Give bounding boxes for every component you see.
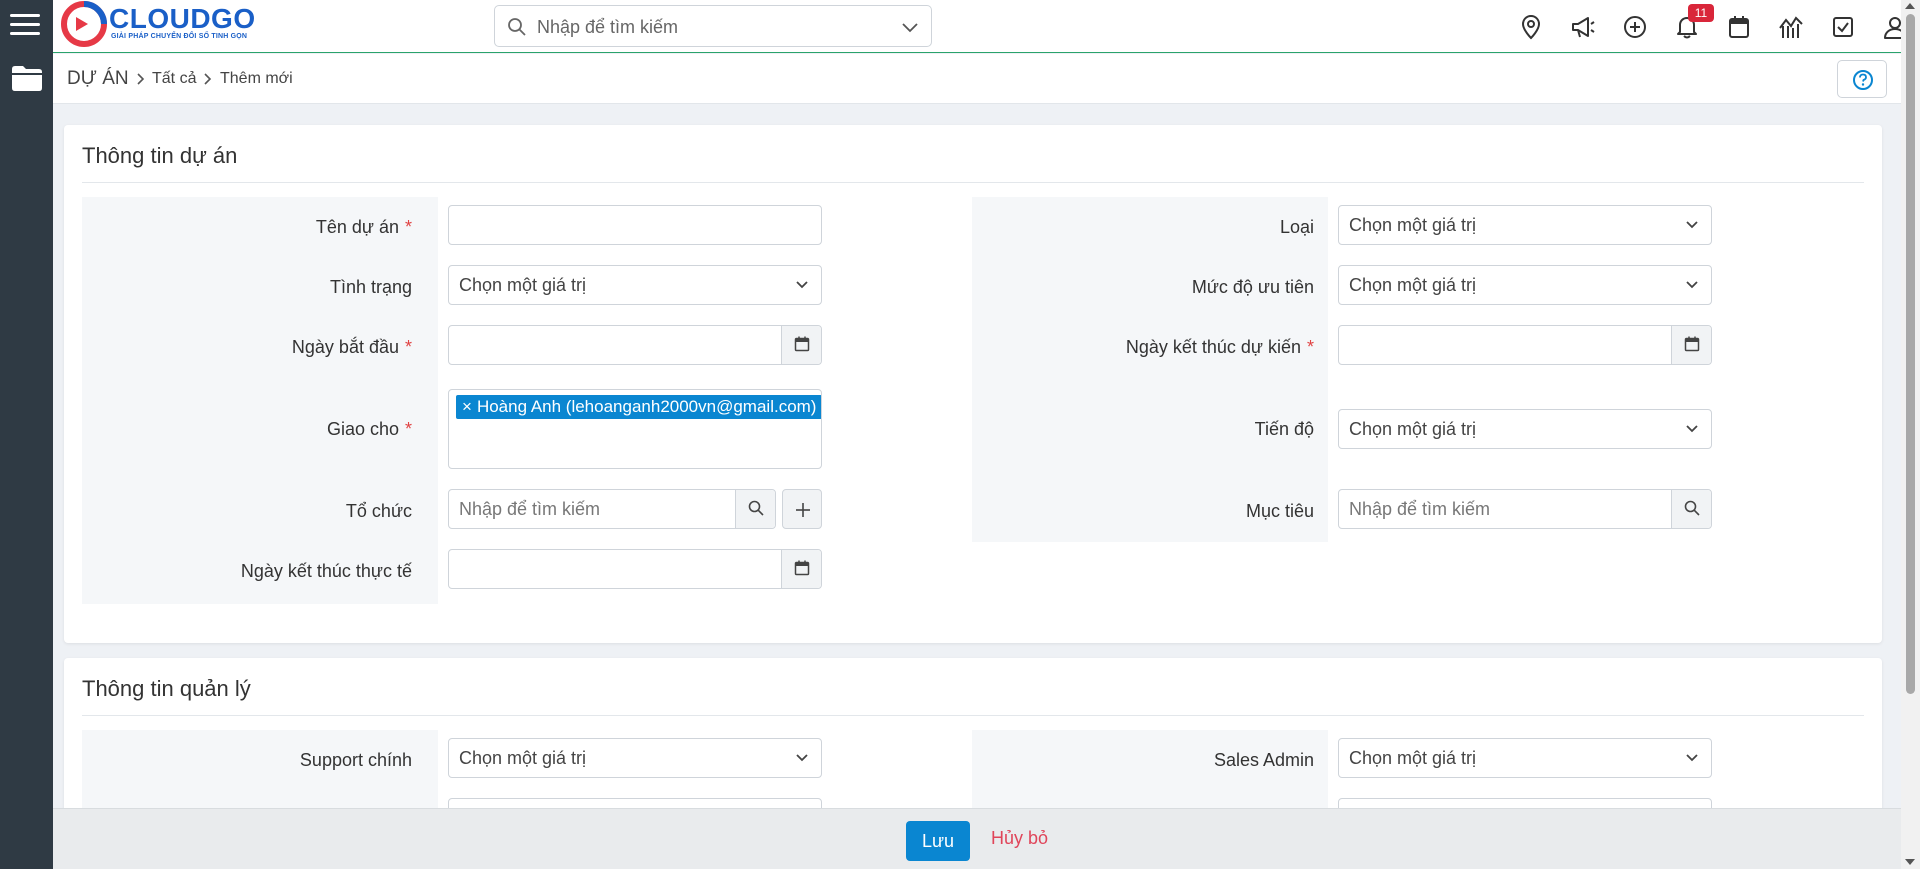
- field-label-progress: Tiến độ: [1254, 419, 1314, 439]
- megaphone-icon[interactable]: [1570, 14, 1596, 40]
- calendar-button[interactable]: [781, 326, 821, 364]
- field-label-actual-end-date: Ngày kết thúc thực tế: [240, 561, 412, 581]
- field-label-assigned-to: Giao cho *: [326, 419, 412, 439]
- main-content: Thông tin dự án Tên dự án * Loại Chọn một…: [53, 105, 1901, 808]
- logo[interactable]: CLOUDGO GIẢI PHÁP CHUYỂN ĐỔI SỐ TINH GỌN: [61, 1, 271, 47]
- field-label-expected-end-date: Ngày kết thúc dự kiến *: [1125, 337, 1314, 357]
- divider: [82, 182, 1864, 183]
- chart-icon[interactable]: [1778, 14, 1804, 40]
- section-title: Thông tin dự án: [82, 143, 238, 168]
- logo-tagline: GIẢI PHÁP CHUYỂN ĐỔI SỐ TINH GỌN: [111, 33, 248, 40]
- scroll-up-arrow[interactable]: [1905, 3, 1915, 9]
- chevron-down-icon: [796, 754, 808, 762]
- breadcrumb-item-new: Thêm mới: [220, 70, 293, 87]
- start-date-input[interactable]: [448, 325, 822, 365]
- priority-select[interactable]: Chọn một giá trị: [1338, 265, 1712, 305]
- chevron-down-icon: [1686, 754, 1698, 762]
- label-column-right: [972, 197, 1328, 542]
- breadcrumb: DỰ ÁN Tất cả Thêm mới: [53, 54, 1901, 104]
- plus-circle-icon[interactable]: [1622, 14, 1648, 40]
- search-input[interactable]: [537, 14, 877, 40]
- chevron-down-icon: [1686, 425, 1698, 433]
- field-label-start-date: Ngày bắt đầu *: [291, 337, 412, 357]
- help-button[interactable]: [1837, 60, 1887, 98]
- field-label-type: Loại: [1279, 217, 1314, 237]
- calendar-icon: [794, 560, 810, 576]
- project-name-input[interactable]: [448, 205, 822, 245]
- field-label-priority: Mức độ ưu tiên: [1191, 277, 1314, 297]
- field-label-main-support: Support chính: [299, 750, 412, 770]
- calendar-icon[interactable]: [1726, 14, 1752, 40]
- chevron-down-icon[interactable]: [901, 19, 919, 35]
- actual-end-date-input[interactable]: [448, 549, 822, 589]
- breadcrumb-item-all[interactable]: Tất cả: [152, 70, 196, 88]
- section-title: Thông tin quản lý: [82, 676, 251, 701]
- goal-input[interactable]: Nhập để tìm kiếm: [1338, 489, 1712, 529]
- search-icon: [508, 18, 526, 36]
- folder-icon[interactable]: [11, 64, 43, 92]
- next-field-input[interactable]: [1338, 798, 1712, 808]
- search-icon: [748, 500, 764, 516]
- save-button[interactable]: Lưu: [906, 821, 970, 861]
- global-search[interactable]: [494, 5, 932, 47]
- divider: [82, 715, 1864, 716]
- calendar-icon: [794, 336, 810, 352]
- type-select[interactable]: Chọn một giá trị: [1338, 205, 1712, 245]
- chevron-down-icon: [1686, 221, 1698, 229]
- organization-input[interactable]: Nhập để tìm kiếm: [448, 489, 776, 529]
- chevron-right-icon: [137, 73, 145, 85]
- assigned-to-multiselect[interactable]: × Hoàng Anh (lehoanganh2000vn@gmail.com): [448, 389, 822, 469]
- checkbox-icon[interactable]: [1830, 14, 1856, 40]
- field-label-name: Tên dự án *: [315, 217, 412, 237]
- calendar-icon: [1684, 336, 1700, 352]
- logo-text: CLOUDGO: [109, 3, 256, 34]
- chevron-down-icon: [1686, 281, 1698, 289]
- left-rail: [0, 0, 53, 869]
- location-icon[interactable]: [1518, 14, 1544, 40]
- form-actions: Lưu Hủy bỏ: [53, 808, 1901, 869]
- management-info-card: Thông tin quản lý Support chính Chọn một…: [64, 658, 1882, 808]
- notifications-button[interactable]: 11: [1674, 4, 1714, 40]
- next-field-input[interactable]: [448, 798, 822, 808]
- calendar-button[interactable]: [1671, 326, 1711, 364]
- calendar-button[interactable]: [781, 550, 821, 588]
- search-icon: [1684, 500, 1700, 516]
- field-label-organization: Tổ chức: [345, 501, 412, 521]
- search-button[interactable]: [1671, 490, 1711, 528]
- top-icon-bar: 11: [1518, 4, 1906, 40]
- scrollbar-thumb[interactable]: [1906, 14, 1915, 694]
- search-button[interactable]: [735, 490, 775, 528]
- expected-end-date-input[interactable]: [1338, 325, 1712, 365]
- field-label-sales-admin: Sales Admin: [1213, 750, 1314, 770]
- top-bar: CLOUDGO GIẢI PHÁP CHUYỂN ĐỔI SỐ TINH GỌN: [53, 0, 1920, 53]
- breadcrumb-root[interactable]: DỰ ÁN: [67, 68, 129, 90]
- help-icon: [1853, 70, 1873, 90]
- field-label-goal: Mục tiêu: [1245, 501, 1314, 521]
- scroll-down-arrow[interactable]: [1905, 859, 1915, 865]
- scrollbar[interactable]: [1901, 0, 1920, 869]
- notification-badge: 11: [1688, 4, 1714, 22]
- main-support-select[interactable]: Chọn một giá trị: [448, 738, 822, 778]
- add-organization-button[interactable]: [782, 489, 822, 529]
- menu-icon[interactable]: [10, 12, 40, 38]
- plus-icon: [796, 503, 810, 517]
- status-select[interactable]: Chọn một giá trị: [448, 265, 822, 305]
- progress-select[interactable]: Chọn một giá trị: [1338, 409, 1712, 449]
- cancel-button[interactable]: Hủy bỏ: [991, 828, 1048, 849]
- field-label-status: Tình trạng: [329, 277, 412, 297]
- chevron-right-icon: [204, 73, 212, 85]
- sales-admin-select[interactable]: Chọn một giá trị: [1338, 738, 1712, 778]
- remove-tag-icon[interactable]: ×: [462, 397, 472, 416]
- chevron-down-icon: [796, 281, 808, 289]
- assignee-tag: × Hoàng Anh (lehoanganh2000vn@gmail.com): [456, 395, 821, 419]
- project-info-card: Thông tin dự án Tên dự án * Loại Chọn một…: [64, 125, 1882, 643]
- logo-icon: [61, 1, 107, 47]
- label-column-left: [82, 197, 438, 604]
